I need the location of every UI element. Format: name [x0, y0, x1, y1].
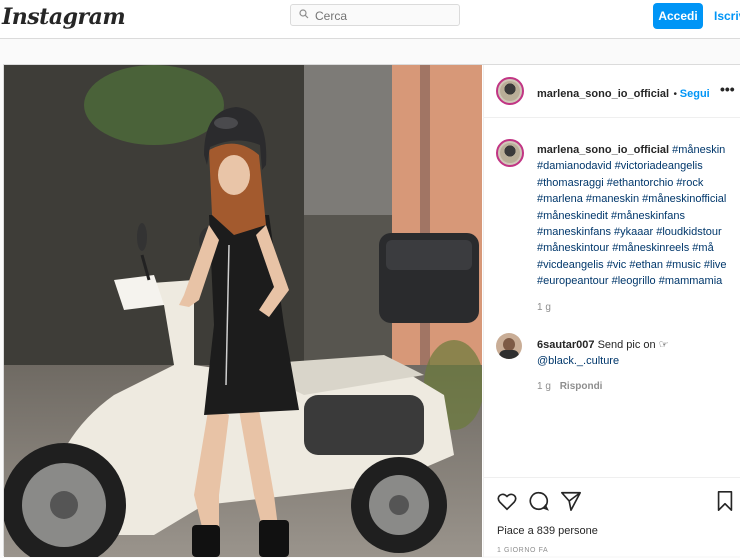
post-timestamp: 1 GIORNO FA — [497, 547, 549, 554]
author-avatar[interactable] — [496, 77, 524, 105]
caption-username[interactable]: marlena_sono_io_official — [537, 144, 669, 156]
reply-button[interactable]: Rispondi — [560, 381, 603, 392]
share-icon[interactable] — [560, 490, 582, 512]
follow-button[interactable]: Segui — [680, 88, 710, 100]
search-icon — [299, 9, 309, 19]
post-photo[interactable] — [4, 65, 482, 557]
post-card: marlena_sono_io_official • Segui ••• mar… — [3, 64, 740, 557]
comment-icon[interactable] — [528, 490, 550, 512]
commenter-username[interactable]: 6sautar007 — [537, 339, 595, 351]
comment-mention[interactable]: @black._.culture — [537, 355, 619, 367]
post-header: marlena_sono_io_official • Segui ••• — [484, 65, 740, 118]
search-box[interactable] — [290, 4, 460, 26]
heart-icon[interactable] — [496, 490, 518, 512]
likes-count[interactable]: Piace a 839 persone — [497, 525, 598, 537]
post-side-panel: marlena_sono_io_official • Segui ••• mar… — [483, 65, 740, 557]
author-username[interactable]: marlena_sono_io_official — [537, 88, 669, 100]
caption-age: 1 g — [537, 301, 551, 313]
comment: 6sautar007 Send pic on ☞ @black._.cultur… — [537, 337, 737, 395]
signup-link[interactable]: Iscriviti — [714, 9, 740, 23]
comment-age: 1 g — [537, 381, 551, 392]
instagram-logo[interactable]: Instagram — [2, 4, 126, 30]
commenter-avatar[interactable] — [496, 333, 522, 359]
login-button[interactable]: Accedi — [653, 3, 703, 29]
bookmark-icon[interactable] — [714, 490, 736, 512]
post-actions — [484, 477, 740, 558]
more-options-icon[interactable]: ••• — [720, 81, 735, 97]
caption-avatar[interactable] — [496, 139, 524, 167]
search-input[interactable] — [313, 7, 457, 25]
caption-text: #måneskin #damianodavid #victoriadeangel… — [537, 144, 727, 288]
comment-text: Send pic on ☞ — [597, 339, 669, 351]
post-caption: marlena_sono_io_official #måneskin #dami… — [537, 142, 737, 316]
top-navigation-bar: Instagram Accedi Iscriviti — [0, 0, 740, 39]
post-photo-image — [4, 65, 482, 557]
